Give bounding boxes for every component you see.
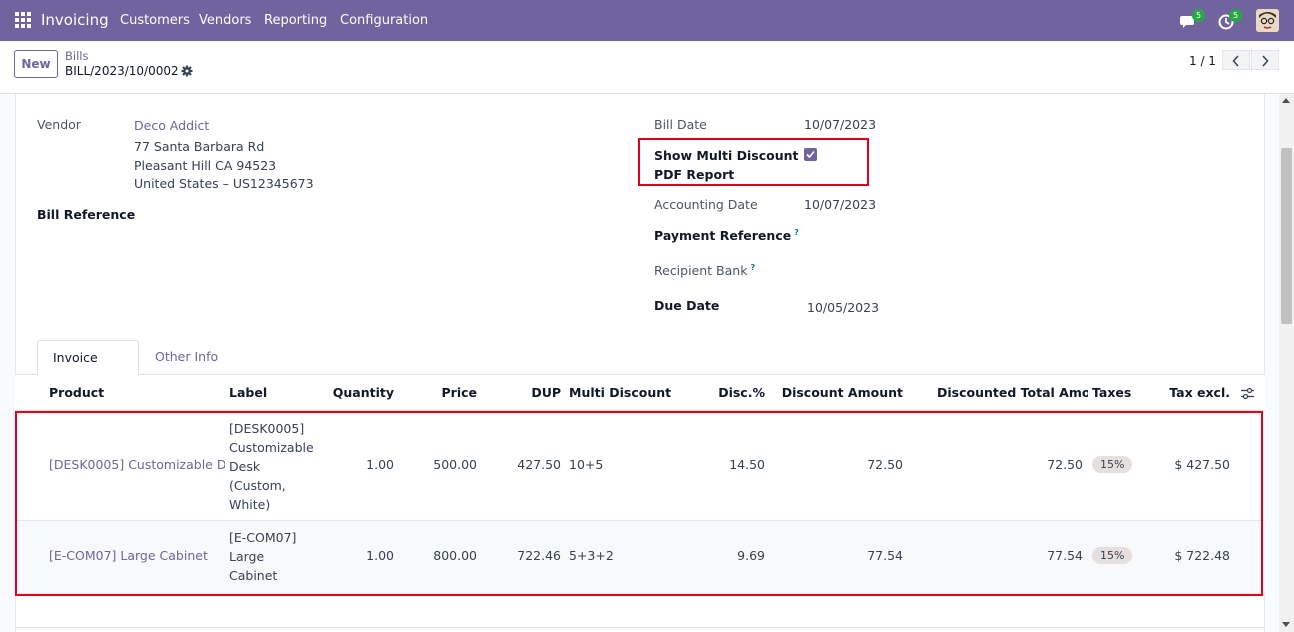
menu-configuration[interactable]: Configuration bbox=[340, 13, 428, 28]
messages-badge: 5 bbox=[1192, 9, 1205, 22]
record-name: BILL/2023/10/0002 bbox=[65, 64, 179, 78]
tab-invoice-lines[interactable]: Invoice Lines bbox=[37, 340, 139, 399]
col-price[interactable]: Price bbox=[442, 385, 478, 400]
pager-value: 1 / 1 bbox=[1189, 54, 1216, 68]
highlight-invoice-lines bbox=[15, 411, 1263, 596]
app-name[interactable]: Invoicing bbox=[41, 11, 109, 29]
bill-reference-label: Bill Reference bbox=[37, 207, 136, 222]
vendor-link[interactable]: Deco Addict bbox=[134, 118, 209, 133]
col-quantity[interactable]: Quantity bbox=[333, 385, 394, 400]
pager-next-button[interactable] bbox=[1251, 50, 1279, 70]
divider bbox=[15, 627, 1265, 628]
bill-date-label: Bill Date bbox=[654, 117, 707, 132]
col-discount-amount[interactable]: Discount Amount bbox=[782, 385, 903, 400]
chevron-right-icon bbox=[1262, 55, 1269, 67]
multi-discount-label: Show Multi Discount In bbox=[654, 148, 817, 163]
chevron-left-icon bbox=[1232, 55, 1239, 67]
optional-columns-icon[interactable] bbox=[1241, 387, 1254, 400]
user-avatar[interactable] bbox=[1256, 9, 1279, 32]
menu-reporting[interactable]: Reporting bbox=[264, 13, 327, 28]
help-tooltip-icon[interactable]: ? bbox=[750, 263, 755, 272]
multi-discount-checkbox[interactable] bbox=[804, 148, 817, 161]
gear-icon[interactable] bbox=[181, 65, 193, 77]
col-dup[interactable]: DUP bbox=[531, 385, 561, 400]
menu-customers[interactable]: Customers bbox=[120, 13, 190, 28]
accounting-date-field[interactable]: 10/07/2023 bbox=[804, 197, 876, 212]
col-taxes[interactable]: Taxes bbox=[1092, 385, 1131, 400]
help-tooltip-icon[interactable]: ? bbox=[794, 228, 799, 237]
accounting-date-label: Accounting Date bbox=[654, 197, 758, 212]
vendor-address-line: 77 Santa Barbara Rd bbox=[134, 139, 265, 154]
payment-reference-label: Payment Reference? bbox=[654, 228, 799, 244]
notebook-tabs: Invoice Lines Other Info bbox=[15, 340, 1265, 399]
menu-vendors[interactable]: Vendors bbox=[199, 13, 251, 28]
col-product[interactable]: Product bbox=[49, 385, 104, 400]
col-disc-percent[interactable]: Disc.% bbox=[718, 385, 765, 400]
activities-badge: 5 bbox=[1229, 9, 1242, 22]
scrollbar-thumb[interactable] bbox=[1281, 148, 1292, 324]
col-discounted-total[interactable]: Discounted Total Amo... bbox=[937, 385, 1088, 400]
scroll-up-arrow-icon[interactable] bbox=[1282, 98, 1290, 103]
new-button[interactable]: New bbox=[14, 50, 58, 78]
pager-previous-button[interactable] bbox=[1222, 50, 1250, 70]
vendor-label: Vendor bbox=[37, 117, 81, 132]
table-header: Product Label Quantity Price DUP Multi D… bbox=[15, 375, 1265, 411]
check-icon bbox=[806, 150, 815, 159]
control-panel: New Bills BILL/2023/10/0002 1 / 1 bbox=[0, 41, 1294, 94]
breadcrumb-bills[interactable]: Bills bbox=[65, 49, 88, 63]
due-date-label: Due Date bbox=[654, 298, 720, 313]
scroll-down-arrow-icon[interactable] bbox=[1282, 622, 1290, 627]
due-date-field[interactable]: 10/05/2023 bbox=[807, 300, 879, 315]
col-multi-discount[interactable]: Multi Discount bbox=[569, 385, 671, 400]
bill-date-field[interactable]: 10/07/2023 bbox=[804, 117, 876, 132]
col-label[interactable]: Label bbox=[229, 385, 267, 400]
vendor-address-line: United States – US12345673 bbox=[134, 176, 314, 191]
tab-other-info[interactable]: Other Info bbox=[140, 340, 233, 375]
col-tax-excl[interactable]: Tax excl. bbox=[1169, 385, 1230, 400]
top-navbar: Invoicing Customers Vendors Reporting Co… bbox=[0, 0, 1294, 41]
multi-discount-label: PDF Report bbox=[654, 167, 735, 182]
vendor-address-line: Pleasant Hill CA 94523 bbox=[134, 158, 277, 173]
app-menu-icon[interactable] bbox=[15, 12, 31, 28]
recipient-bank-label: Recipient Bank? bbox=[654, 263, 756, 279]
